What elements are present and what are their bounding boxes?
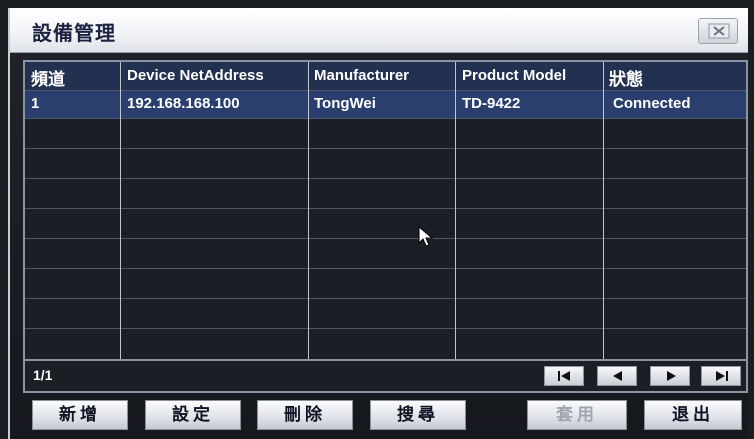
add-button[interactable]: 新增 <box>32 400 128 430</box>
cell-model: TD-9422 <box>462 95 521 112</box>
row-divider <box>25 238 746 239</box>
delete-button[interactable]: 刪除 <box>257 400 353 430</box>
column-header-model[interactable]: Product Model <box>462 67 566 84</box>
close-icon <box>708 23 730 39</box>
cell-manufacturer: TongWei <box>314 95 376 112</box>
settings-button[interactable]: 設定 <box>145 400 241 430</box>
table-footer: 1/1 <box>23 361 748 393</box>
exit-button[interactable]: 退出 <box>644 400 742 430</box>
next-page-button[interactable] <box>650 366 690 386</box>
cell-status: Connected <box>613 95 691 112</box>
row-divider <box>25 328 746 329</box>
title-bar: 設備管理 <box>10 8 748 53</box>
close-button[interactable] <box>698 18 738 44</box>
prev-page-icon <box>613 371 622 381</box>
column-header-address[interactable]: Device NetAddress <box>127 67 264 84</box>
last-page-icon <box>716 371 728 381</box>
search-button[interactable]: 搜尋 <box>370 400 466 430</box>
column-divider <box>603 62 604 359</box>
row-divider <box>25 298 746 299</box>
cell-channel: 1 <box>31 95 40 112</box>
row-divider <box>25 208 746 209</box>
device-table: 頻道 Device NetAddress Manufacturer Produc… <box>23 60 748 361</box>
device-manager-window: 設備管理 頻道 Device NetAddress Manufacturer P… <box>8 8 748 439</box>
row-divider <box>25 90 746 91</box>
first-page-button[interactable] <box>544 366 584 386</box>
mouse-cursor-icon <box>418 226 434 247</box>
column-divider <box>308 62 309 359</box>
row-divider <box>25 148 746 149</box>
last-page-button[interactable] <box>701 366 741 386</box>
column-header-manufacturer[interactable]: Manufacturer <box>314 67 409 84</box>
window-title: 設備管理 <box>32 21 116 45</box>
prev-page-button[interactable] <box>597 366 637 386</box>
column-header-channel[interactable]: 頻道 <box>31 65 65 90</box>
page-indicator: 1/1 <box>33 367 53 383</box>
column-divider <box>455 62 456 359</box>
row-divider <box>25 268 746 269</box>
first-page-icon <box>558 371 570 381</box>
apply-button[interactable]: 套用 <box>527 400 627 430</box>
cell-address: 192.168.168.100 <box>127 95 240 112</box>
column-header-status[interactable]: 狀態 <box>609 65 643 90</box>
next-page-icon <box>667 371 676 381</box>
row-divider <box>25 178 746 179</box>
column-divider <box>120 62 121 359</box>
row-divider <box>25 118 746 119</box>
